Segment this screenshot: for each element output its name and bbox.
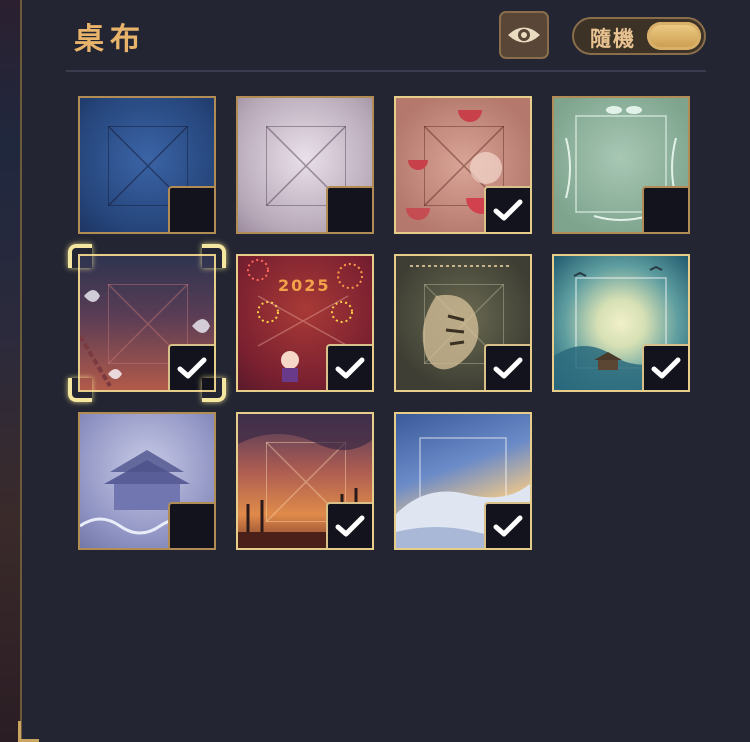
owned-badge bbox=[484, 344, 530, 390]
owned-badge bbox=[326, 502, 372, 548]
checkmark-icon bbox=[651, 357, 681, 379]
fireworks-year-text: 2025 bbox=[278, 276, 331, 295]
lock-badge bbox=[168, 186, 214, 232]
tablecloth-tile-watermelon[interactable] bbox=[394, 96, 532, 234]
page-title: 桌布 bbox=[74, 22, 146, 57]
tablecloth-tile-snowy-sky[interactable] bbox=[394, 412, 532, 550]
eye-icon bbox=[508, 27, 540, 43]
owned-badge bbox=[484, 502, 530, 548]
tablecloth-tile-leaves[interactable] bbox=[552, 96, 690, 234]
checkmark-icon bbox=[493, 515, 523, 537]
toggle-knob bbox=[647, 22, 701, 50]
random-toggle[interactable]: 隨機 bbox=[572, 17, 706, 55]
selection-bracket bbox=[68, 378, 92, 402]
lock-badge bbox=[642, 186, 688, 232]
header-divider bbox=[66, 70, 706, 72]
random-toggle-label: 隨機 bbox=[590, 26, 636, 51]
background-scene bbox=[0, 0, 22, 742]
selection-bracket bbox=[202, 244, 226, 268]
lock-badge bbox=[326, 186, 372, 232]
owned-badge bbox=[326, 344, 372, 390]
tablecloth-tile-butterfly[interactable] bbox=[78, 254, 216, 392]
tablecloth-tile-moon[interactable] bbox=[552, 254, 690, 392]
tablecloth-tile-lilac[interactable] bbox=[236, 96, 374, 234]
tablecloth-tile-fireworks[interactable]: 2025 bbox=[236, 254, 374, 392]
tablecloth-tile-tiger[interactable] bbox=[394, 254, 532, 392]
tablecloth-tile-palace[interactable] bbox=[78, 412, 216, 550]
checkmark-icon bbox=[493, 199, 523, 221]
checkmark-icon bbox=[335, 357, 365, 379]
selection-bracket bbox=[68, 244, 92, 268]
checkmark-icon bbox=[335, 515, 365, 537]
lock-badge bbox=[168, 502, 214, 548]
owned-badge bbox=[484, 186, 530, 232]
tablecloth-tile-blue[interactable] bbox=[78, 96, 216, 234]
checkmark-icon bbox=[493, 357, 523, 379]
tablecloth-tile-sunset[interactable] bbox=[236, 412, 374, 550]
preview-button[interactable] bbox=[499, 11, 549, 59]
selection-bracket bbox=[202, 378, 226, 402]
checkmark-icon bbox=[177, 357, 207, 379]
owned-badge bbox=[642, 344, 688, 390]
panel-corner-ornament bbox=[18, 721, 39, 742]
